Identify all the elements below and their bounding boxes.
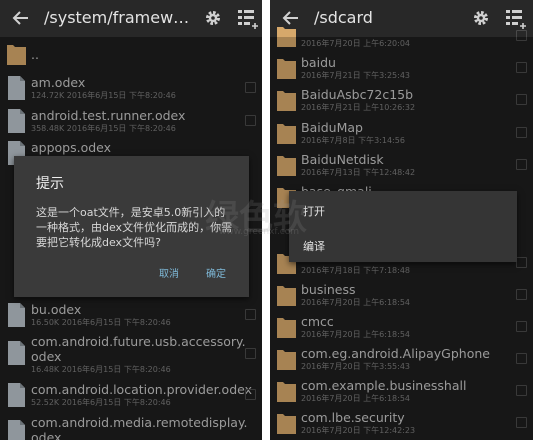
left-path-title: /system/framework... [44,8,190,27]
gear-icon[interactable] [204,9,222,27]
dialog-title: 提示 [36,176,64,192]
menu-item-open[interactable]: 打开 [303,203,325,219]
back-arrow-icon[interactable] [11,8,31,28]
multi-select-icon[interactable] [237,8,259,30]
cancel-button[interactable]: 取消 [159,265,179,280]
ok-button[interactable]: 确定 [206,265,226,280]
context-menu: 打开 编译 [289,191,517,262]
panel-divider [262,0,270,440]
convert-dialog: 提示 这是一个oat文件，是安卓5.0新引入的一种格式，由dex文件优化而成的，… [14,156,249,297]
left-panel: /system/framework... .. am.od [0,0,262,440]
right-panel: /sdcard 2016年7月20日 上午6:20:04 baidu 2016年… [270,0,533,440]
left-toolbar: /system/framework... [0,0,262,37]
menu-item-edit[interactable]: 编译 [303,238,325,254]
dialog-message: 这是一个oat文件，是安卓5.0新引入的一种格式，由dex文件优化而成的，你需要… [36,206,233,249]
